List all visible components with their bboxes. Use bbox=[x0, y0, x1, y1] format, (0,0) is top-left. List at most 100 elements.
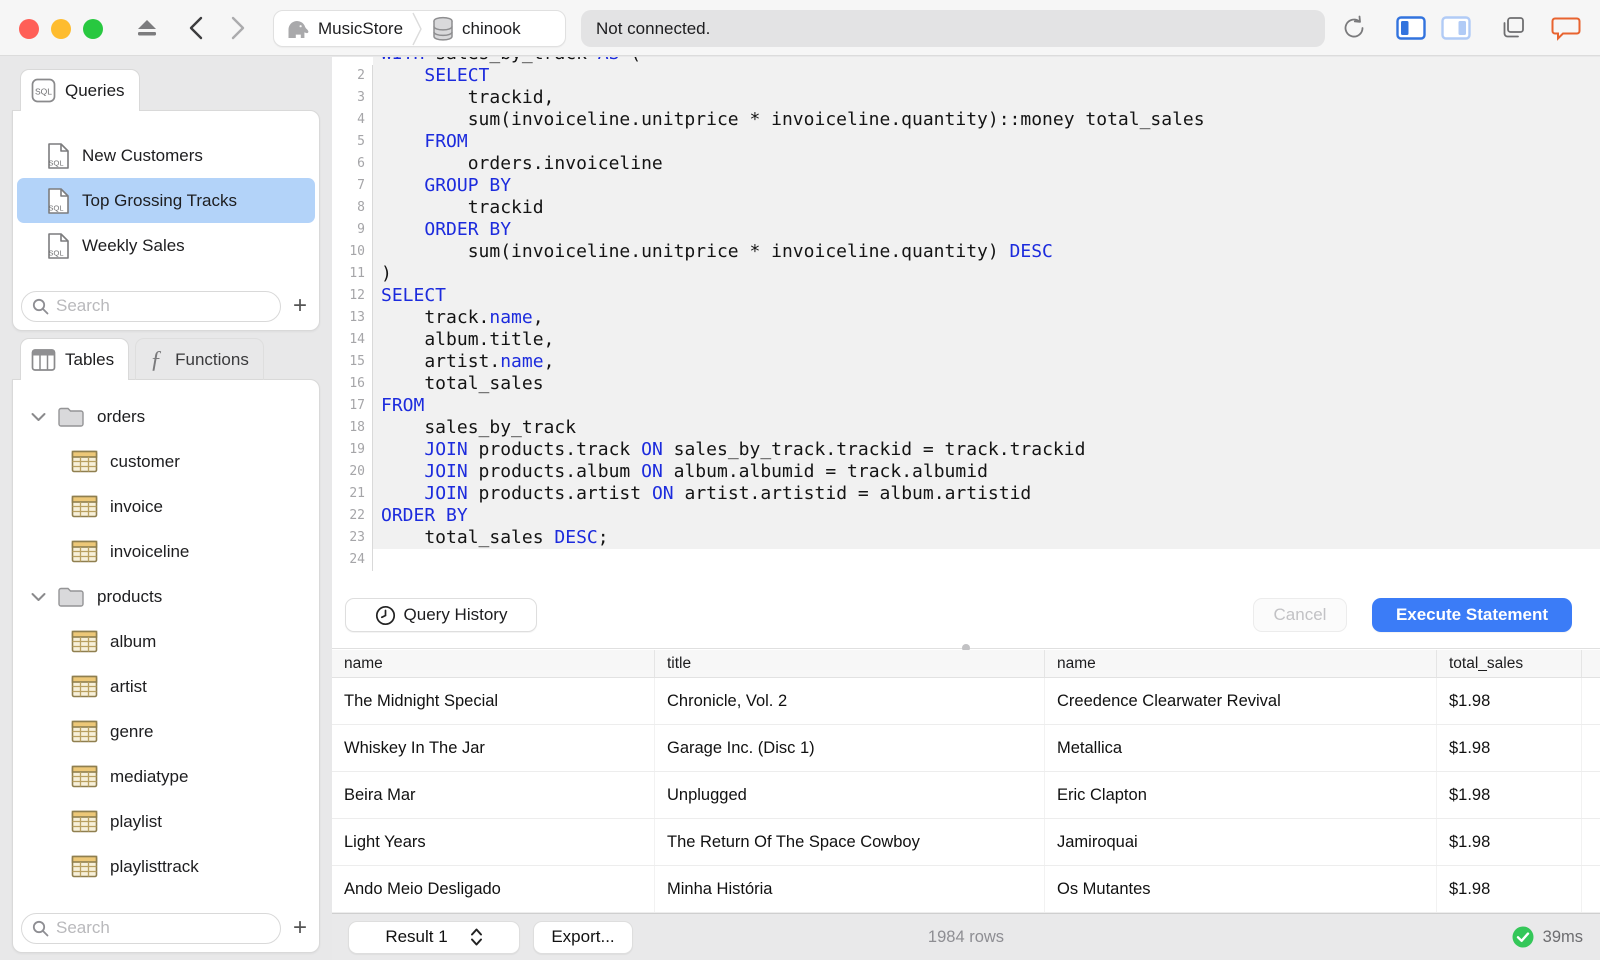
column-header-name[interactable]: name bbox=[332, 650, 655, 677]
table-row[interactable]: Whiskey In The Jar Garage Inc. (Disc 1) Me… bbox=[332, 725, 1600, 772]
line-number: 24 bbox=[332, 549, 373, 571]
add-table-button[interactable]: + bbox=[289, 916, 311, 940]
tree-item-album[interactable]: album bbox=[17, 619, 315, 664]
results-header: name title name total_sales bbox=[332, 650, 1600, 678]
table-row[interactable]: The Midnight Special Chronicle, Vol. 2 Cre… bbox=[332, 678, 1600, 725]
search-icon bbox=[32, 298, 49, 315]
code-line[interactable]: 5 FROM bbox=[332, 131, 1600, 153]
tree-item-mediatype[interactable]: mediatype bbox=[17, 754, 315, 799]
code-line[interactable]: 16 total_sales bbox=[332, 373, 1600, 395]
query-item[interactable]: SQL Top Grossing Tracks bbox=[17, 178, 315, 223]
eject-icon[interactable] bbox=[134, 18, 160, 38]
code-line[interactable]: 19 JOIN products.track ON sales_by_track… bbox=[332, 439, 1600, 461]
code-line[interactable]: 20 JOIN products.album ON album.albumid … bbox=[332, 461, 1600, 483]
line-number: 15 bbox=[332, 351, 373, 373]
table-cell: Garage Inc. (Disc 1) bbox=[655, 725, 1045, 771]
code-line[interactable]: 9 ORDER BY bbox=[332, 219, 1600, 241]
chevron-down-icon[interactable] bbox=[31, 592, 51, 602]
code-line[interactable]: 4 sum(invoiceline.unitprice * invoicelin… bbox=[332, 109, 1600, 131]
chat-icon[interactable] bbox=[1551, 15, 1581, 41]
sql-file-icon: SQL bbox=[47, 142, 70, 170]
code-text: SELECT bbox=[373, 65, 1600, 87]
code-line[interactable]: 22 ORDER BY bbox=[332, 505, 1600, 527]
tree-item-genre[interactable]: genre bbox=[17, 709, 315, 754]
column-header-total_sales[interactable]: total_sales bbox=[1437, 650, 1582, 677]
toggle-right-panel-icon[interactable] bbox=[1441, 15, 1471, 40]
code-line[interactable]: 23 total_sales DESC; bbox=[332, 527, 1600, 549]
tree-item-playlisttrack[interactable]: playlisttrack bbox=[17, 844, 315, 889]
table-row[interactable]: Light Years The Return Of The Space Cowbo… bbox=[332, 819, 1600, 866]
minimize-window-button[interactable] bbox=[51, 19, 71, 39]
forward-icon[interactable] bbox=[230, 16, 246, 40]
tab-tables[interactable]: Tables bbox=[20, 338, 130, 380]
code-line[interactable]: 15 artist.name, bbox=[332, 351, 1600, 373]
code-line[interactable]: 1WITH sales_by_track AS ( bbox=[332, 57, 1600, 65]
table-cell: $1.98 bbox=[1437, 725, 1582, 771]
table-row[interactable]: Ando Meio Desligado Minha História Os Muta… bbox=[332, 866, 1600, 913]
tables-search-input[interactable] bbox=[56, 918, 270, 938]
queries-search[interactable] bbox=[21, 290, 281, 322]
tree-item-orders[interactable]: orders bbox=[17, 394, 315, 439]
code-line[interactable]: 8 trackid bbox=[332, 197, 1600, 219]
table-cell: $1.98 bbox=[1437, 772, 1582, 818]
windows-icon[interactable] bbox=[1500, 16, 1526, 40]
code-text: trackid bbox=[373, 197, 1600, 219]
line-number: 3 bbox=[332, 87, 373, 109]
line-number: 8 bbox=[332, 197, 373, 219]
code-line[interactable]: 13 track.name, bbox=[332, 307, 1600, 329]
column-header-title[interactable]: title bbox=[655, 650, 1045, 677]
line-number: 9 bbox=[332, 219, 373, 241]
table-cell: $1.98 bbox=[1437, 819, 1582, 865]
tab-functions[interactable]: ƒ Functions bbox=[135, 338, 264, 380]
code-text: ) bbox=[373, 263, 1600, 285]
code-line[interactable]: 17 FROM bbox=[332, 395, 1600, 417]
tree-item-artist[interactable]: artist bbox=[17, 664, 315, 709]
query-item[interactable]: SQL Weekly Sales bbox=[17, 223, 315, 268]
tree-item-invoiceline[interactable]: invoiceline bbox=[17, 529, 315, 574]
tables-search[interactable] bbox=[21, 912, 281, 944]
code-line[interactable]: 2 SELECT bbox=[332, 65, 1600, 87]
titlebar: MusicStore chinook Not connected. bbox=[0, 0, 1600, 56]
close-window-button[interactable] bbox=[19, 19, 39, 39]
code-line[interactable]: 7 GROUP BY bbox=[332, 175, 1600, 197]
back-icon[interactable] bbox=[188, 16, 204, 40]
query-item[interactable]: SQL New Customers bbox=[17, 133, 315, 178]
tree-item-customer[interactable]: customer bbox=[17, 439, 315, 484]
zoom-window-button[interactable] bbox=[83, 19, 103, 39]
code-line[interactable]: 3 trackid, bbox=[332, 87, 1600, 109]
code-line[interactable]: 14 album.title, bbox=[332, 329, 1600, 351]
queries-search-input[interactable] bbox=[56, 296, 270, 316]
column-header-name[interactable]: name bbox=[1045, 650, 1437, 677]
execute-statement-button[interactable]: Execute Statement bbox=[1372, 598, 1572, 632]
code-line[interactable]: 11) bbox=[332, 263, 1600, 285]
table-cell bbox=[1582, 678, 1600, 724]
tree-item-products[interactable]: products bbox=[17, 574, 315, 619]
query-history-button[interactable]: Query History bbox=[345, 598, 537, 632]
tab-queries[interactable]: SQL Queries bbox=[20, 69, 140, 111]
table-cell bbox=[1582, 725, 1600, 771]
code-line[interactable]: 18 sales_by_track bbox=[332, 417, 1600, 439]
refresh-icon[interactable] bbox=[1341, 15, 1367, 41]
sql-badge-icon: SQL bbox=[31, 78, 56, 103]
chevron-down-icon[interactable] bbox=[31, 412, 51, 422]
tree-item-invoice[interactable]: invoice bbox=[17, 484, 315, 529]
results-splitter[interactable] bbox=[332, 633, 1600, 652]
toggle-left-panel-icon[interactable] bbox=[1396, 15, 1426, 40]
table-cell: Unplugged bbox=[655, 772, 1045, 818]
table-cell: The Return Of The Space Cowboy bbox=[655, 819, 1045, 865]
clock-icon bbox=[375, 605, 396, 626]
query-history-label: Query History bbox=[403, 605, 508, 624]
database-icon bbox=[431, 16, 455, 42]
code-line[interactable]: 6 orders.invoiceline bbox=[332, 153, 1600, 175]
sql-editor[interactable]: 1WITH sales_by_track AS (2 SELECT3 track… bbox=[332, 57, 1600, 633]
table-row[interactable]: Beira Mar Unplugged Eric Clapton $1.98 bbox=[332, 772, 1600, 819]
table-cell: $1.98 bbox=[1437, 678, 1582, 724]
breadcrumb-server[interactable]: MusicStore bbox=[284, 17, 403, 41]
add-query-button[interactable]: + bbox=[289, 294, 311, 318]
code-line[interactable]: 24 bbox=[332, 549, 1600, 571]
code-line[interactable]: 12 SELECT bbox=[332, 285, 1600, 307]
tree-item-playlist[interactable]: playlist bbox=[17, 799, 315, 844]
breadcrumb-database[interactable]: chinook bbox=[431, 16, 521, 42]
code-line[interactable]: 10 sum(invoiceline.unitprice * invoiceli… bbox=[332, 241, 1600, 263]
code-line[interactable]: 21 JOIN products.artist ON artist.artist… bbox=[332, 483, 1600, 505]
